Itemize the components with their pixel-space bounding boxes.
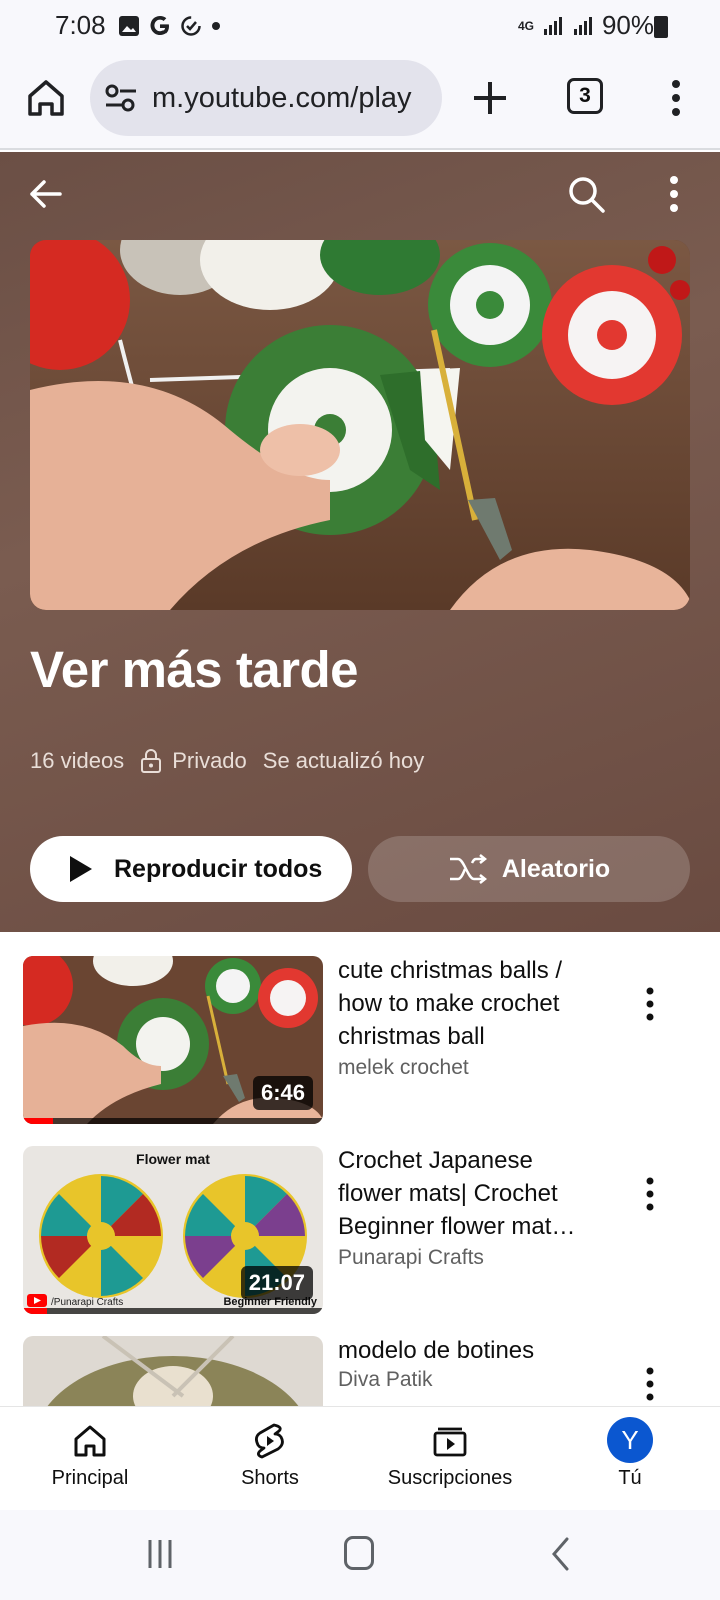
lock-icon [141, 749, 162, 773]
video-options-icon[interactable] [640, 1364, 660, 1404]
crochet-thumbnail-image [30, 240, 690, 610]
nav-shorts[interactable]: Shorts [180, 1421, 360, 1490]
play-all-button[interactable]: Reproducir todos [30, 836, 352, 902]
playlist-header: Ver más tarde 16 videos Privado Se actua… [0, 152, 720, 932]
browser-toolbar: m.youtube.com/play 3 [0, 52, 720, 150]
google-icon [150, 16, 169, 35]
battery-percent: 90% [601, 10, 654, 40]
dot-icon [212, 22, 220, 30]
channel-name[interactable]: Punarapi Crafts [338, 1246, 484, 1270]
thumb-footer-left: /Punarapi Crafts [51, 1297, 123, 1308]
more-options-icon[interactable] [664, 174, 684, 214]
shorts-icon [255, 1423, 284, 1459]
notification-icons [118, 14, 222, 38]
nav-you-label: Tú [618, 1467, 642, 1489]
thumb-heading: Flower mat [136, 1151, 210, 1167]
list-item[interactable]: 6:46 cute christmas balls / how to make … [0, 932, 720, 1124]
updated-label: Se actualizó hoy [262, 748, 425, 773]
nav-shorts-label: Shorts [241, 1467, 299, 1489]
home-button[interactable] [24, 76, 68, 120]
video-thumbnail[interactable]: 6:46 [23, 956, 323, 1124]
back-arrow-icon[interactable] [26, 174, 66, 214]
video-options-icon[interactable] [640, 1174, 660, 1214]
recents-icon[interactable] [146, 1538, 174, 1570]
shuffle-label: Aleatorio [501, 854, 611, 883]
privacy-status: Privado [140, 748, 247, 774]
nav-you[interactable]: Y Tú [540, 1417, 720, 1490]
list-item[interactable]: Flower mat /Punarapi Crafts Beginner Fri… [0, 1122, 720, 1314]
browser-menu-button[interactable] [664, 76, 688, 120]
system-navigation-bar [0, 1510, 720, 1600]
play-all-label: Reproducir todos [114, 854, 323, 883]
new-tab-button[interactable] [468, 76, 512, 120]
channel-name[interactable]: melek crochet [338, 1056, 469, 1080]
playlist-thumbnail[interactable] [30, 240, 690, 610]
video-duration: 21:07 [240, 1266, 313, 1300]
home-icon [74, 1425, 106, 1457]
status-bar: 7:08 4G 90% [0, 0, 720, 52]
search-icon[interactable] [566, 174, 606, 214]
shuffle-button[interactable]: Aleatorio [368, 836, 690, 902]
network-type: 4G [517, 18, 534, 33]
signal-icon [543, 16, 562, 35]
task-check-icon [181, 16, 201, 36]
nav-subscriptions[interactable]: Suscripciones [360, 1421, 540, 1490]
url-text[interactable]: m.youtube.com/play [152, 82, 412, 115]
bottom-navigation: Principal Shorts Suscripciones Y Tú [0, 1406, 720, 1510]
nav-subscriptions-label: Suscripciones [387, 1467, 513, 1489]
subscriptions-icon [433, 1427, 467, 1457]
nav-home[interactable]: Principal [0, 1421, 180, 1490]
status-time: 7:08 [55, 10, 106, 40]
site-settings-icon[interactable] [104, 83, 138, 113]
video-title[interactable]: Crochet Japanese flower mats| Crochet Be… [338, 1144, 600, 1243]
video-options-icon[interactable] [640, 984, 660, 1024]
playlist-title: Ver más tarde [30, 641, 359, 698]
video-title[interactable]: modelo de botines [338, 1334, 600, 1367]
video-count: 16 videos [30, 748, 125, 773]
nav-home-label: Principal [51, 1467, 129, 1489]
play-icon [70, 856, 92, 882]
video-duration: 6:46 [252, 1076, 313, 1110]
channel-name[interactable]: Diva Patik [338, 1368, 433, 1392]
video-title[interactable]: cute christmas balls / how to make croch… [338, 954, 600, 1053]
video-thumbnail[interactable]: Flower mat /Punarapi Crafts Beginner Fri… [23, 1146, 323, 1314]
tab-switcher-button[interactable]: 3 [567, 78, 603, 114]
signal-icon-2 [573, 16, 592, 35]
privacy-label: Privado [172, 748, 247, 773]
shuffle-icon [449, 854, 487, 884]
battery-icon [654, 16, 668, 38]
home-nav-icon[interactable] [344, 1536, 374, 1570]
gallery-icon [119, 16, 139, 36]
playlist-meta: 16 videos Privado Se actualizó hoy [30, 748, 424, 774]
back-nav-icon[interactable] [550, 1536, 570, 1572]
address-bar[interactable]: m.youtube.com/play [90, 60, 442, 136]
status-right: 4G 90% [518, 10, 654, 41]
avatar: Y [607, 1417, 653, 1463]
